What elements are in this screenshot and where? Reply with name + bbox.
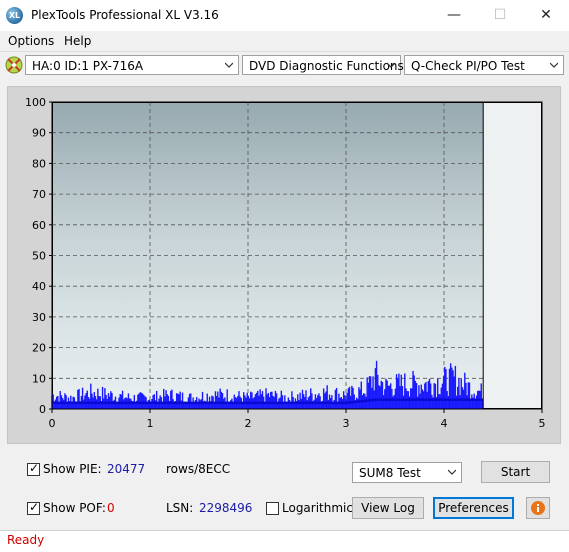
x-tick-label: 4 — [441, 417, 448, 430]
show-pie-checkbox[interactable]: ✓ — [27, 461, 40, 476]
y-tick-label: 30 — [32, 311, 46, 324]
start-button[interactable]: Start — [481, 461, 550, 483]
y-tick-label: 10 — [32, 372, 46, 385]
unscanned-region — [483, 103, 541, 408]
view-log-button-label: View Log — [361, 501, 415, 515]
status-bar — [0, 530, 569, 552]
x-tick-label: 2 — [245, 417, 252, 430]
x-tick-label: 0 — [49, 417, 56, 430]
start-button-label: Start — [500, 465, 531, 479]
sum-test-select[interactable]: SUM8 Test — [352, 462, 462, 483]
y-tick-label: 40 — [32, 280, 46, 293]
info-button[interactable] — [526, 497, 550, 519]
y-tick-label: 60 — [32, 219, 46, 232]
y-tick-label: 100 — [25, 96, 46, 109]
y-tick-label: 0 — [39, 403, 46, 416]
preferences-button-label: Preferences — [438, 501, 509, 515]
lsn-value: 2298496 — [199, 501, 253, 515]
show-pie-label: Show PIE: — [43, 462, 102, 476]
pof-value: 0 — [107, 501, 115, 515]
show-pof-label: Show POF: — [43, 501, 106, 515]
view-log-button[interactable]: View Log — [352, 497, 424, 519]
pi-po-chart: 0 10 20 30 40 50 60 70 80 90 100 0 1 2 3 4 5 — [25, 96, 546, 430]
x-tick-label: 1 — [147, 417, 154, 430]
pie-unit: rows/8ECC — [166, 462, 231, 476]
x-tick-label: 3 — [343, 417, 350, 430]
checkmark-icon: ✓ — [29, 500, 40, 514]
y-tick-label: 20 — [32, 342, 46, 355]
pie-value: 20477 — [107, 462, 146, 476]
y-tick-label: 70 — [32, 188, 46, 201]
checkmark-icon: ✓ — [29, 461, 40, 475]
y-tick-label: 90 — [32, 127, 46, 140]
logarithmic-label: Logarithmic — [282, 501, 353, 515]
logarithmic-checkbox[interactable] — [266, 502, 279, 515]
sum-test-select-value: SUM8 Test — [359, 466, 421, 480]
y-tick-label: 80 — [32, 157, 46, 170]
preferences-button[interactable]: Preferences — [433, 497, 514, 519]
y-tick-label: 50 — [32, 250, 46, 263]
x-tick-label: 5 — [539, 417, 546, 430]
chevron-down-icon — [448, 469, 456, 475]
info-icon — [531, 501, 545, 515]
status-text: Ready — [7, 533, 45, 547]
lsn-label: LSN: — [166, 501, 194, 515]
show-pof-checkbox[interactable]: ✓ — [27, 500, 40, 515]
